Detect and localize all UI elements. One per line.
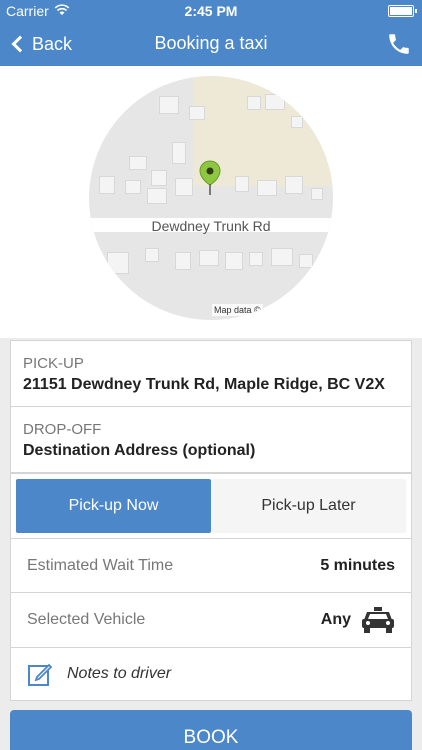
notes-row[interactable]: Notes to driver [10,648,412,701]
status-bar: Carrier 2:45 PM [0,0,422,22]
vehicle-label: Selected Vehicle [27,611,146,628]
wait-time-label: Estimated Wait Time [27,556,174,574]
book-button[interactable]: BOOK [10,710,412,750]
map-section: Dewdney Trunk Rd Map data © [0,66,422,338]
location-pin-icon [199,160,221,195]
map-road-label: Dewdney Trunk Rd [151,218,271,234]
pickup-field[interactable]: PICK-UP 21151 Dewdney Trunk Rd, Maple Ri… [10,340,412,407]
notes-label: Notes to driver [67,665,172,682]
vehicle-value: Any [320,611,351,628]
pickup-time-segmented-control: Pick-up Now Pick-up Later [10,473,412,539]
page-title: Booking a taxi [154,33,268,53]
dropoff-field[interactable]: DROP-OFF Destination Address (optional) [10,406,412,473]
wait-time-value: 5 minutes [320,556,395,574]
map-view[interactable]: Dewdney Trunk Rd Map data © [89,76,333,320]
nav-bar: Back Booking a taxi [0,22,422,66]
dropoff-address: Destination Address (optional) [23,442,256,459]
battery-icon [388,5,417,17]
pickup-later-button[interactable]: Pick-up Later [211,479,406,533]
status-time: 2:45 PM [184,3,238,19]
taxi-icon [362,607,394,633]
edit-note-icon [28,663,53,686]
phone-icon[interactable] [386,31,412,57]
pickup-address: 21151 Dewdney Trunk Rd, Maple Ridge, BC … [23,376,385,393]
vehicle-row[interactable]: Selected Vehicle Any [10,593,412,648]
pickup-now-button[interactable]: Pick-up Now [16,479,211,533]
pickup-label: PICK-UP [23,355,84,372]
dropoff-label: DROP-OFF [23,421,102,438]
map-attribution[interactable]: Map data © [212,304,263,316]
wait-time-row: Estimated Wait Time 5 minutes [10,539,412,593]
